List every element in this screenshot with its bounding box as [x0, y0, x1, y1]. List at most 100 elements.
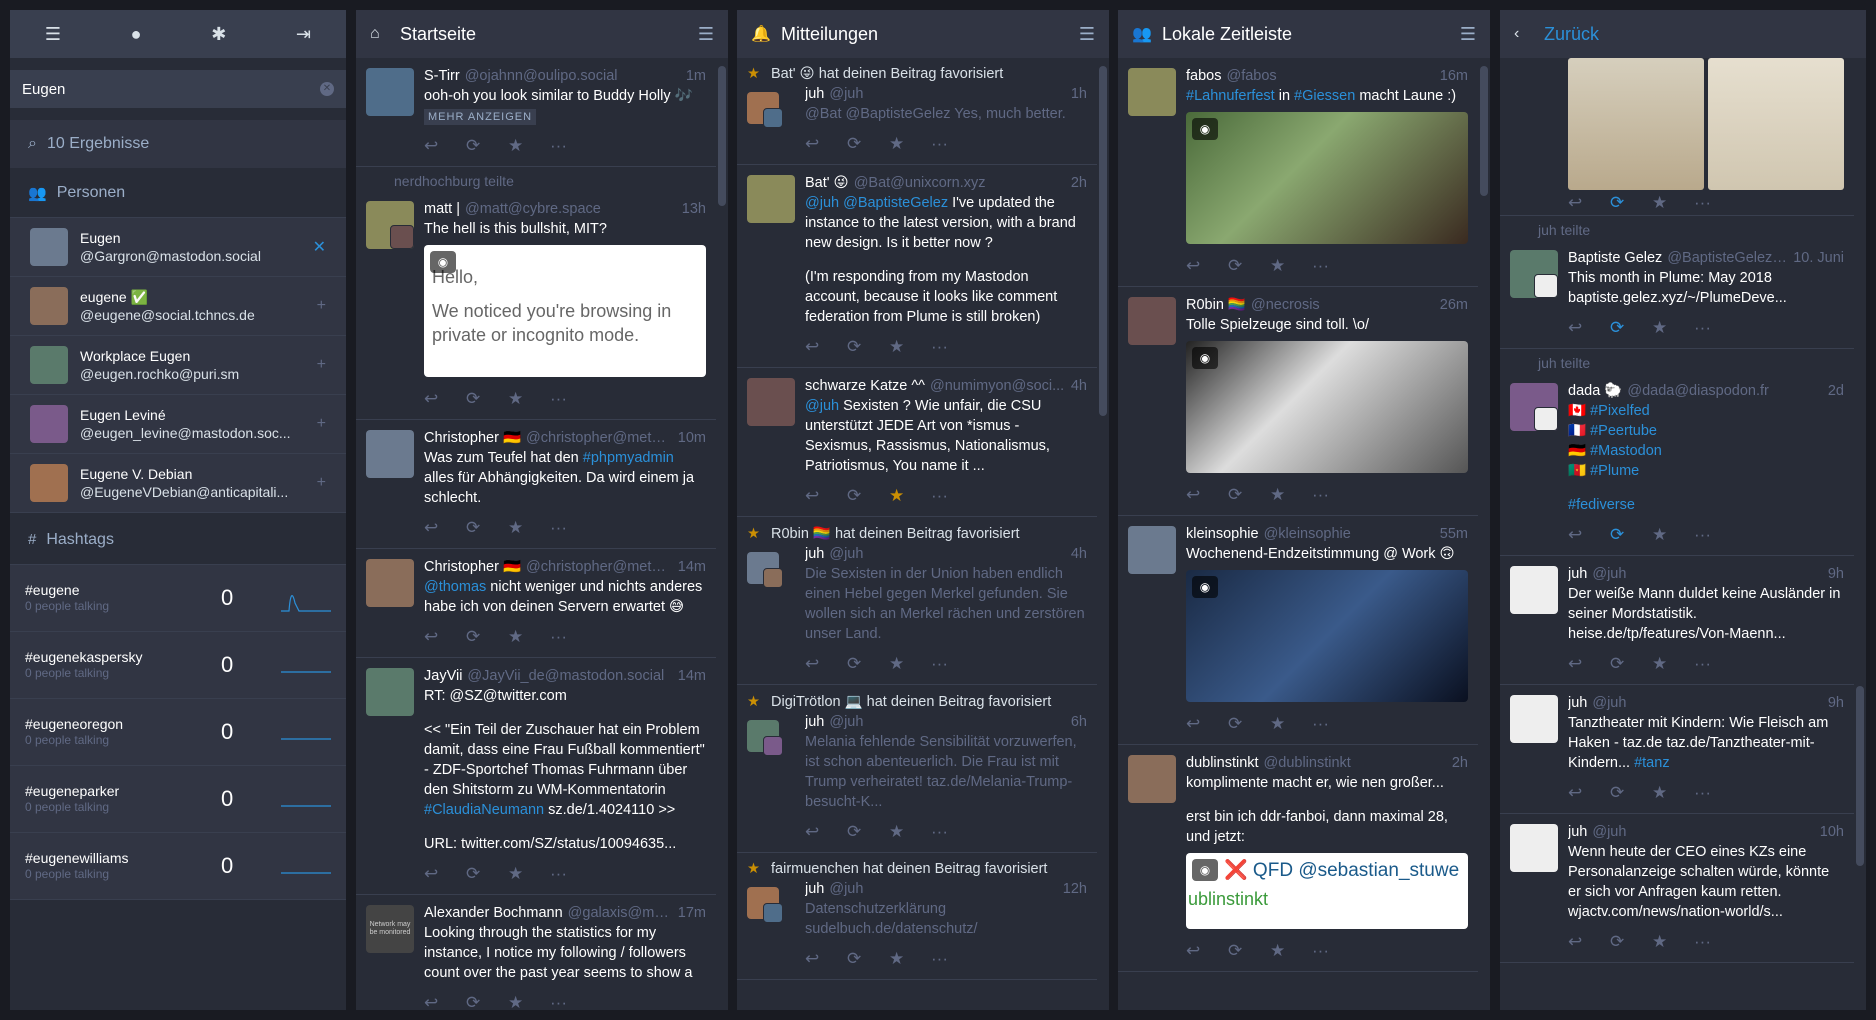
reply-icon[interactable]: ↩: [424, 136, 466, 156]
settings-sliders-icon[interactable]: ☰: [698, 24, 714, 45]
reply-to-avatar[interactable]: [763, 736, 783, 756]
avatar[interactable]: [30, 287, 68, 325]
boost-icon[interactable]: ⟳: [847, 134, 889, 154]
more-icon[interactable]: ···: [550, 136, 592, 156]
more-icon[interactable]: ···: [931, 337, 973, 357]
eye-icon[interactable]: ◉: [430, 251, 456, 273]
display-name[interactable]: schwarze Katze ^^: [805, 376, 925, 396]
display-name[interactable]: Christopher 🇩🇪: [424, 428, 521, 448]
boost-icon[interactable]: ⟳: [1228, 714, 1270, 734]
timestamp[interactable]: 2d: [1828, 381, 1844, 401]
status[interactable]: fabos @fabos 16m #Lahnuferfest in #Giessen …: [1118, 58, 1478, 287]
reply-icon[interactable]: ↩: [805, 949, 847, 969]
timestamp[interactable]: 17m: [678, 903, 706, 923]
more-icon[interactable]: ···: [550, 389, 592, 409]
scrollbar[interactable]: [1099, 66, 1107, 1000]
more-icon[interactable]: ···: [550, 627, 592, 647]
star-icon[interactable]: ★: [889, 486, 931, 506]
avatar[interactable]: [747, 378, 795, 426]
more-icon[interactable]: ···: [931, 654, 973, 674]
boost-icon[interactable]: ⟳: [1228, 941, 1270, 961]
display-name[interactable]: dublinstinkt: [1186, 753, 1259, 773]
star-icon[interactable]: ★: [508, 993, 550, 1010]
timestamp[interactable]: 2h: [1071, 173, 1087, 193]
more-icon[interactable]: ···: [931, 949, 973, 969]
display-name[interactable]: S-Tirr: [424, 66, 460, 86]
status[interactable]: Christopher 🇩🇪 @christopher@metalh... 14m @…: [356, 549, 716, 657]
gear-icon[interactable]: ✱: [211, 24, 226, 45]
timestamp[interactable]: 55m: [1440, 524, 1468, 544]
hashtag-link[interactable]: 🇫🇷 #Peertube: [1568, 421, 1844, 441]
more-icon[interactable]: ···: [931, 822, 973, 842]
more-icon[interactable]: ···: [1694, 318, 1736, 338]
scrollbar[interactable]: [1480, 66, 1488, 1000]
follow-icon[interactable]: +: [317, 415, 326, 433]
star-icon[interactable]: ★: [1270, 714, 1312, 734]
account-handle[interactable]: @juh: [1592, 822, 1813, 842]
mention-link[interactable]: @juh @BaptisteGelez: [805, 195, 948, 211]
menu-icon[interactable]: ☰: [45, 24, 61, 45]
star-icon[interactable]: ★: [889, 337, 931, 357]
booster-avatar[interactable]: [1534, 407, 1558, 431]
reply-icon[interactable]: ↩: [1186, 941, 1228, 961]
hashtag-link[interactable]: #Giessen: [1294, 88, 1355, 104]
avatar[interactable]: [1510, 824, 1558, 872]
display-name[interactable]: Alexander Bochmann: [424, 903, 563, 923]
boost-icon[interactable]: ⟳: [847, 337, 889, 357]
hashtag-row[interactable]: #eugenewilliams 0 people talking 0: [10, 833, 346, 900]
follow-icon[interactable]: +: [317, 356, 326, 374]
timestamp[interactable]: 14m: [678, 666, 706, 686]
status[interactable]: Network may be monitored Alexander Bochma…: [356, 895, 716, 1010]
hashtag-link[interactable]: #tanz: [1634, 755, 1669, 771]
reply-icon[interactable]: ↩: [1186, 714, 1228, 734]
avatar[interactable]: [366, 668, 414, 716]
account-row[interactable]: Eugene V. Debian @EugeneVDebian@anticapit…: [10, 454, 346, 513]
star-icon[interactable]: ★: [1652, 318, 1694, 338]
account-handle[interactable]: @juh: [829, 544, 1065, 564]
more-icon[interactable]: ···: [1694, 783, 1736, 803]
hashtag-row[interactable]: #eugene 0 people talking 0: [10, 565, 346, 632]
avatar[interactable]: [30, 228, 68, 266]
display-name[interactable]: Baptiste Gelez: [1568, 248, 1662, 268]
timestamp[interactable]: 4h: [1071, 544, 1087, 564]
star-icon[interactable]: ★: [1270, 485, 1312, 505]
reply-icon[interactable]: ↩: [1568, 783, 1610, 803]
reply-to-avatar[interactable]: [763, 108, 783, 128]
avatar[interactable]: [30, 464, 68, 502]
reply-to-avatar[interactable]: [763, 568, 783, 588]
status[interactable]: Baptiste Gelez @BaptisteGelez@... 10. Juni…: [1500, 240, 1854, 348]
hashtag-link[interactable]: #ClaudiaNeumann: [424, 802, 544, 818]
logout-icon[interactable]: ⇥: [296, 24, 311, 45]
status[interactable]: Bat' 😜 @Bat@unixcorn.xyz 2h @juh @BaptisteG…: [737, 165, 1097, 367]
account-row[interactable]: eugene ✅ @eugene@social.tchncs.de +: [10, 277, 346, 336]
status[interactable]: dublinstinkt @dublinstinkt 2h komplimente m…: [1118, 745, 1478, 972]
timestamp[interactable]: 9h: [1828, 693, 1844, 713]
reply-icon[interactable]: ↩: [1568, 525, 1610, 545]
boost-icon[interactable]: ⟳: [466, 518, 508, 538]
hashtag-name[interactable]: #eugene: [25, 582, 221, 598]
hashtag-name[interactable]: #eugenekaspersky: [25, 649, 221, 665]
account-handle[interactable]: @juh: [829, 879, 1056, 899]
hashtag-row[interactable]: #eugenekaspersky 0 people talking 0: [10, 632, 346, 699]
notifications-header[interactable]: 🔔 Mitteilungen ☰: [737, 10, 1109, 58]
display-name[interactable]: juh: [1568, 564, 1587, 584]
status[interactable]: juh @juh 4h Die Sexisten in der Union haben…: [737, 542, 1097, 684]
hashtag-name[interactable]: #eugenewilliams: [25, 850, 221, 866]
star-icon[interactable]: ★: [508, 864, 550, 884]
more-icon[interactable]: ···: [550, 993, 592, 1010]
booster-avatar[interactable]: [1534, 274, 1558, 298]
timestamp[interactable]: 10m: [678, 428, 706, 448]
follow-icon[interactable]: +: [317, 297, 326, 315]
reply-icon[interactable]: ↩: [424, 864, 466, 884]
more-icon[interactable]: ···: [1312, 485, 1354, 505]
more-icon[interactable]: ···: [1694, 525, 1736, 545]
star-icon[interactable]: ★: [1652, 525, 1694, 545]
media-image[interactable]: ◉: [1186, 341, 1468, 473]
account-handle[interactable]: @galaxis@mast...: [568, 903, 672, 923]
display-name[interactable]: fabos: [1186, 66, 1221, 86]
display-name[interactable]: juh: [805, 712, 824, 732]
avatar[interactable]: [747, 175, 795, 223]
avatar[interactable]: [366, 430, 414, 478]
account-row[interactable]: Workplace Eugen @eugen.rochko@puri.sm +: [10, 336, 346, 395]
account-handle[interactable]: @juh: [1592, 564, 1822, 584]
